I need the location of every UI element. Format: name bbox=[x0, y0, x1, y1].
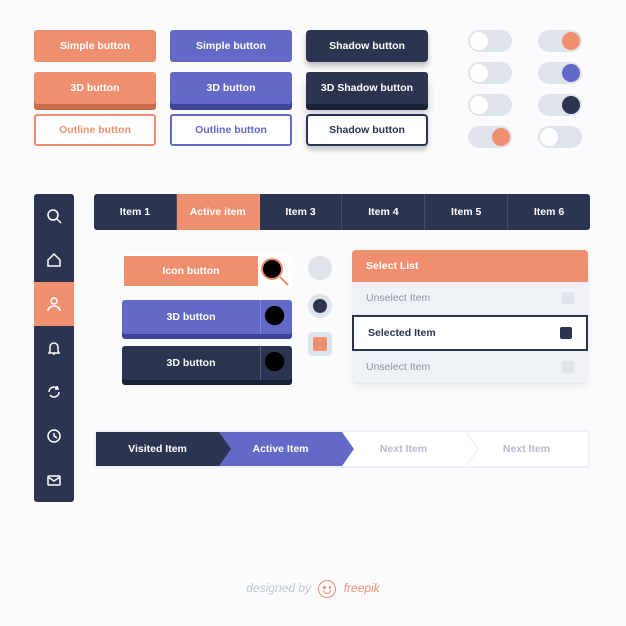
tab-2[interactable]: Active item bbox=[177, 194, 260, 230]
freepik-logo-icon bbox=[318, 580, 336, 598]
outline-button-orange[interactable]: Outline button bbox=[34, 114, 156, 146]
sidebar-nav bbox=[34, 194, 74, 502]
radio-2[interactable] bbox=[308, 294, 332, 318]
breadcrumb-step-4[interactable]: Next Item bbox=[465, 432, 588, 466]
tab-1[interactable]: Item 1 bbox=[94, 194, 177, 230]
sidebar-item-user[interactable] bbox=[34, 282, 74, 326]
icon-button-label: Icon button bbox=[124, 265, 258, 277]
icon-button-label: 3D button bbox=[122, 311, 260, 323]
footer-prefix: designed by bbox=[246, 581, 311, 595]
toggle-7[interactable] bbox=[468, 126, 512, 148]
select-item-3[interactable]: Unselect Item bbox=[352, 351, 588, 384]
sidebar-item-search[interactable] bbox=[34, 194, 74, 238]
home-icon bbox=[46, 252, 62, 268]
tab-3[interactable]: Item 3 bbox=[260, 194, 343, 230]
tab-5[interactable]: Item 5 bbox=[425, 194, 508, 230]
tab-6[interactable]: Item 6 bbox=[508, 194, 590, 230]
select-list: Select List Unselect Item Selected Item Un… bbox=[352, 250, 588, 384]
sidebar-item-home[interactable] bbox=[34, 238, 74, 282]
toggle-8[interactable] bbox=[538, 126, 582, 148]
checkbox-icon bbox=[562, 361, 574, 373]
3d-shadow-button-navy[interactable]: 3D Shadow button bbox=[306, 72, 428, 104]
sidebar-item-bell[interactable] bbox=[34, 326, 74, 370]
select-item-label: Selected Item bbox=[368, 327, 436, 339]
tab-4[interactable]: Item 4 bbox=[342, 194, 425, 230]
select-item-label: Unselect Item bbox=[366, 292, 430, 304]
radio-group bbox=[308, 256, 332, 356]
simple-button-purple[interactable]: Simple button bbox=[170, 30, 292, 62]
search-icon bbox=[260, 346, 292, 380]
footer-brand: freepik bbox=[344, 581, 380, 595]
select-item-2[interactable]: Selected Item bbox=[352, 315, 588, 351]
tab-bar: Item 1Active itemItem 3Item 4Item 5Item … bbox=[94, 194, 590, 230]
icon-button-1[interactable]: Icon button bbox=[122, 254, 292, 288]
checkbox-icon bbox=[562, 292, 574, 304]
simple-button-orange[interactable]: Simple button bbox=[34, 30, 156, 62]
radio-3[interactable] bbox=[308, 332, 332, 356]
toggle-3[interactable] bbox=[468, 62, 512, 84]
select-list-header: Select List bbox=[352, 250, 588, 282]
search-icon bbox=[258, 256, 290, 286]
checkbox-icon bbox=[560, 327, 572, 339]
refresh-icon bbox=[46, 384, 62, 400]
icon-button-2[interactable]: 3D button bbox=[122, 300, 292, 334]
mail-icon bbox=[46, 472, 62, 488]
user-icon bbox=[46, 296, 62, 312]
icon-button-group: Icon button 3D button 3D button bbox=[122, 254, 292, 380]
clock-icon bbox=[46, 428, 62, 444]
icon-button-label: 3D button bbox=[122, 357, 260, 369]
toggle-5[interactable] bbox=[468, 94, 512, 116]
search-icon bbox=[260, 300, 292, 334]
bell-icon bbox=[46, 340, 62, 356]
breadcrumb-step-3[interactable]: Next Item bbox=[342, 432, 465, 466]
toggle-2[interactable] bbox=[538, 30, 582, 52]
breadcrumb-step-1[interactable]: Visited Item bbox=[96, 432, 219, 466]
outline-button-purple[interactable]: Outline button bbox=[170, 114, 292, 146]
select-item-1[interactable]: Unselect Item bbox=[352, 282, 588, 315]
sidebar-item-mail[interactable] bbox=[34, 458, 74, 502]
breadcrumb-step-2[interactable]: Active Item bbox=[219, 432, 342, 466]
select-item-label: Unselect Item bbox=[366, 361, 430, 373]
3d-button-purple[interactable]: 3D button bbox=[170, 72, 292, 104]
toggle-1[interactable] bbox=[468, 30, 512, 52]
radio-1[interactable] bbox=[308, 256, 332, 280]
footer-credit: designed by freepik bbox=[0, 580, 626, 598]
sidebar-item-clock[interactable] bbox=[34, 414, 74, 458]
icon-button-3[interactable]: 3D button bbox=[122, 346, 292, 380]
3d-button-orange[interactable]: 3D button bbox=[34, 72, 156, 104]
toggle-6[interactable] bbox=[538, 94, 582, 116]
toggle-4[interactable] bbox=[538, 62, 582, 84]
outline-shadow-button-navy[interactable]: Shadow button bbox=[306, 114, 428, 146]
shadow-button-navy[interactable]: Shadow button bbox=[306, 30, 428, 62]
sidebar-item-refresh[interactable] bbox=[34, 370, 74, 414]
breadcrumb: Visited ItemActive ItemNext ItemNext Ite… bbox=[94, 430, 590, 468]
toggle-group bbox=[468, 30, 590, 148]
search-icon bbox=[46, 208, 62, 224]
